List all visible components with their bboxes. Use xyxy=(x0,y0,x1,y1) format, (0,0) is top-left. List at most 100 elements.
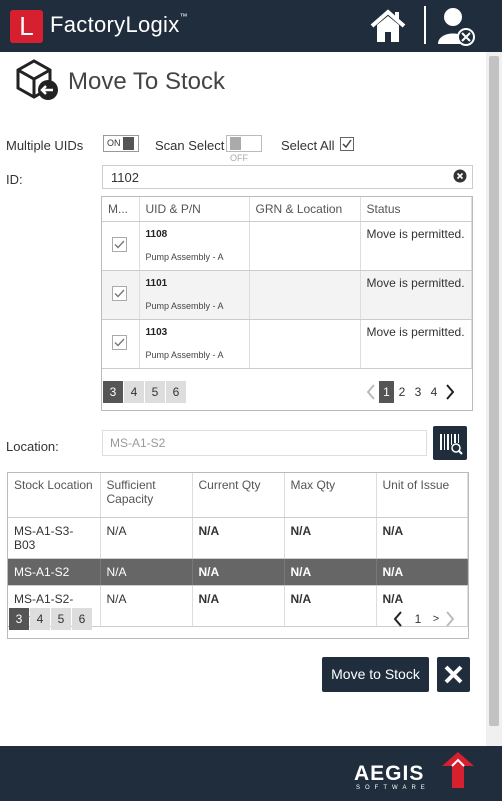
select-all-label: Select All xyxy=(281,138,335,153)
uid-grid: M... UID & P/N GRN & Location Status 110… xyxy=(101,196,473,411)
column-header-max-qty[interactable]: Max Qty xyxy=(284,473,377,518)
location-input[interactable]: MS-A1-S2 xyxy=(102,430,427,456)
select-all-checkbox[interactable] xyxy=(340,137,354,151)
page-size-option[interactable]: 4 xyxy=(30,608,50,630)
unit-cell: N/A xyxy=(376,517,468,559)
grn-cell xyxy=(249,221,361,271)
page-size-option[interactable]: 5 xyxy=(51,608,71,630)
page-size-option[interactable]: 4 xyxy=(124,381,144,403)
toggle-on-text: ON xyxy=(107,138,121,148)
aegis-logo-subtext: SOFTWARE xyxy=(356,785,430,791)
table-row[interactable]: 1103 Pump Assembly - A Move is permitted. xyxy=(102,319,472,369)
table-row-selected[interactable]: MS-A1-S2 N/A N/A N/A N/A xyxy=(8,558,468,586)
vertical-scrollbar[interactable] xyxy=(486,52,502,746)
page-size-option[interactable]: 5 xyxy=(145,381,165,403)
page-number[interactable]: 1 xyxy=(406,608,430,630)
logout-user-icon[interactable] xyxy=(436,4,478,48)
previous-page-icon[interactable] xyxy=(390,608,406,630)
page-size-option[interactable]: 6 xyxy=(166,381,186,403)
page-size-option[interactable]: 6 xyxy=(72,608,92,630)
page-size-option[interactable]: 3 xyxy=(9,608,29,630)
page-title: Move To Stock xyxy=(68,68,225,95)
top-bar: L FactoryLogix™ xyxy=(0,0,502,52)
max-qty-cell: N/A xyxy=(284,517,377,559)
row-checkbox-cell[interactable] xyxy=(102,319,140,369)
status-cell: Move is permitted. xyxy=(360,221,472,271)
trademark: ™ xyxy=(179,12,188,21)
page-number[interactable]: 2 xyxy=(394,381,410,403)
uid-cell: 1103 Pump Assembly - A xyxy=(139,319,250,369)
grn-cell xyxy=(249,319,361,369)
max-qty-cell: N/A xyxy=(284,585,377,627)
table-row[interactable]: 1108 Pump Assembly - A Move is permitted. xyxy=(102,221,472,271)
close-button[interactable] xyxy=(437,657,470,692)
uid-number: 1103 xyxy=(145,327,168,338)
column-header-uid[interactable]: UID & P/N xyxy=(139,197,250,222)
part-number: Pump Assembly - A xyxy=(145,252,224,262)
move-to-stock-button[interactable]: Move to Stock xyxy=(322,657,429,692)
id-label: ID: xyxy=(6,172,23,187)
barcode-search-icon xyxy=(440,434,463,455)
row-checkbox[interactable] xyxy=(112,335,127,350)
page-size-option[interactable]: 3 xyxy=(103,381,123,403)
checkmark-icon xyxy=(114,240,125,249)
page-number[interactable]: 1 xyxy=(379,381,394,403)
table-row[interactable]: 1101 Pump Assembly - A Move is permitted. xyxy=(102,270,472,320)
next-page-icon[interactable] xyxy=(442,381,458,403)
column-header-capacity[interactable]: Sufficient Capacity xyxy=(100,473,193,518)
brand-name: FactoryLogix™ xyxy=(50,12,188,38)
grn-cell xyxy=(249,270,361,320)
status-cell: Move is permitted. xyxy=(360,270,472,320)
barcode-scan-button[interactable] xyxy=(433,426,467,460)
max-qty-cell: N/A xyxy=(284,558,377,586)
page-number[interactable]: 3 xyxy=(410,381,426,403)
part-number: Pump Assembly - A xyxy=(145,350,224,360)
checkmark-icon xyxy=(114,289,125,298)
footer-bar xyxy=(0,746,502,801)
uid-cell: 1101 Pump Assembly - A xyxy=(139,270,250,320)
row-checkbox-cell[interactable] xyxy=(102,270,140,320)
capacity-cell: N/A xyxy=(100,558,193,586)
uid-number: 1101 xyxy=(145,278,168,289)
capacity-cell: N/A xyxy=(100,585,193,627)
id-input[interactable]: 1102 xyxy=(102,165,473,189)
column-header-status[interactable]: Status xyxy=(360,197,472,222)
status-cell: Move is permitted. xyxy=(360,319,472,369)
table-row[interactable]: MS-A1-S3-B03 N/A N/A N/A N/A xyxy=(8,517,468,559)
brand-name-text: FactoryLogix xyxy=(50,12,180,37)
uid-cell: 1108 Pump Assembly - A xyxy=(139,221,250,271)
close-icon xyxy=(444,665,463,684)
checkmark-icon xyxy=(114,338,125,347)
location-cell: MS-A1-S3-B03 xyxy=(8,517,101,559)
checkmark-icon xyxy=(342,139,352,149)
uid-number: 1108 xyxy=(145,229,168,240)
row-checkbox[interactable] xyxy=(112,286,127,301)
capacity-cell: N/A xyxy=(100,517,193,559)
column-header-select[interactable]: M... xyxy=(102,197,140,222)
row-checkbox-cell[interactable] xyxy=(102,221,140,271)
uid-pagination: 1 2 3 4 xyxy=(363,381,458,403)
previous-page-icon[interactable] xyxy=(363,381,379,403)
column-header-grn[interactable]: GRN & Location xyxy=(249,197,361,222)
column-header-stock-location[interactable]: Stock Location xyxy=(8,473,101,518)
scan-select-label: Scan Select xyxy=(155,138,225,153)
move-to-stock-box-icon xyxy=(14,56,60,102)
aegis-logo-text: AEGIS xyxy=(354,762,425,785)
column-header-current-qty[interactable]: Current Qty xyxy=(192,473,285,518)
next-page-icon[interactable] xyxy=(442,608,458,630)
row-checkbox[interactable] xyxy=(112,237,127,252)
multiple-uids-label: Multiple UIDs xyxy=(6,138,84,153)
multiple-uids-toggle[interactable]: ON xyxy=(103,135,139,152)
factorylogix-logo-icon: L xyxy=(10,10,43,43)
column-header-unit-of-issue[interactable]: Unit of Issue xyxy=(376,473,468,518)
stock-page-size-selector: 3 4 5 6 xyxy=(9,608,92,630)
page-number[interactable]: 4 xyxy=(426,381,442,403)
scan-select-toggle[interactable]: OFF xyxy=(226,135,262,163)
next-page-link[interactable]: > xyxy=(430,608,442,630)
stock-pagination: 1 > xyxy=(390,608,458,630)
clear-icon[interactable] xyxy=(453,169,467,183)
home-icon[interactable] xyxy=(368,6,408,46)
location-label: Location: xyxy=(6,439,59,454)
scrollbar-thumb[interactable] xyxy=(489,56,499,726)
uid-page-size-selector: 3 4 5 6 xyxy=(103,381,186,403)
